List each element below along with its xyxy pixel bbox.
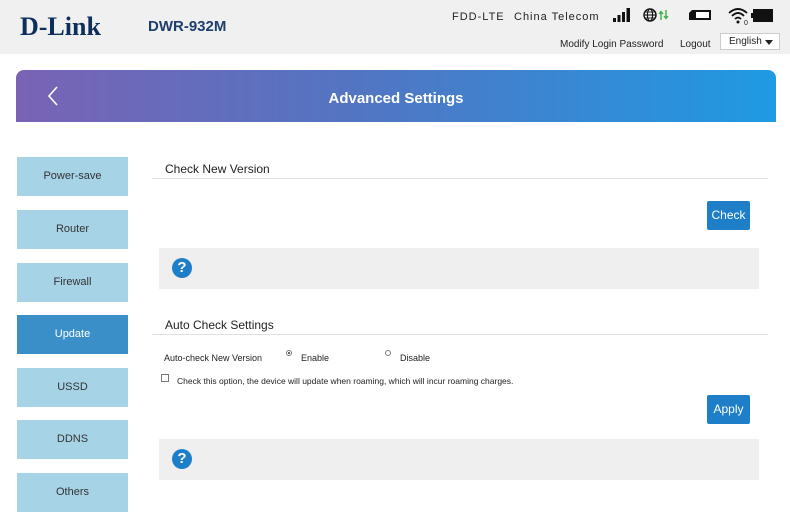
sidebar-item-update[interactable]: Update xyxy=(17,315,128,354)
apply-button[interactable]: Apply xyxy=(707,395,750,424)
check-version-help-panel: ? xyxy=(159,248,759,289)
dlink-logo: D-Link xyxy=(20,12,101,41)
logout-link[interactable]: Logout xyxy=(680,39,711,50)
internet-globe-icon xyxy=(643,8,669,22)
modify-password-link[interactable]: Modify Login Password xyxy=(560,39,663,50)
battery-icon xyxy=(751,9,773,22)
help-icon[interactable]: ? xyxy=(172,449,192,469)
disable-radio-label: Disable xyxy=(400,353,431,363)
signal-strength-icon xyxy=(613,8,630,22)
language-value: English xyxy=(729,36,762,47)
enable-radio-label: Enable xyxy=(301,353,330,363)
enable-radio[interactable] xyxy=(286,350,292,356)
sidebar-item-firewall[interactable]: Firewall xyxy=(17,263,128,302)
roaming-update-checkbox[interactable] xyxy=(161,374,169,382)
sidebar-item-others[interactable]: Others xyxy=(17,473,128,512)
auto-check-title: Auto Check Settings xyxy=(165,318,274,332)
language-select[interactable]: English xyxy=(720,33,780,50)
network-type: FDD-LTE xyxy=(452,11,505,23)
section-divider xyxy=(152,334,768,335)
check-button[interactable]: Check xyxy=(707,201,750,230)
disable-radio[interactable] xyxy=(385,350,391,356)
chevron-down-icon xyxy=(765,40,773,45)
wifi-client-count: 0 xyxy=(744,20,748,27)
sim-card-icon xyxy=(689,10,711,20)
carrier-name: China Telecom xyxy=(514,11,600,23)
page-title: Advanced Settings xyxy=(328,90,464,107)
section-divider xyxy=(152,178,768,179)
auto-check-label: Auto-check New Version xyxy=(164,353,263,363)
sidebar-item-ussd[interactable]: USSD xyxy=(17,368,128,407)
page-header-banner: Advanced Settings xyxy=(16,70,776,122)
help-icon[interactable]: ? xyxy=(172,258,192,278)
device-model: DWR-932M xyxy=(148,18,227,35)
sidebar-item-ddns[interactable]: DDNS xyxy=(17,420,128,459)
roaming-update-label: Check this option, the device will updat… xyxy=(177,376,514,386)
auto-check-help-panel: ? xyxy=(159,439,759,480)
top-bar: D-Link DWR-932M FDD-LTE China Telecom 0 … xyxy=(0,0,790,54)
check-version-title: Check New Version xyxy=(165,162,270,176)
sidebar-item-router[interactable]: Router xyxy=(17,210,128,249)
sidebar-item-power-save[interactable]: Power-save xyxy=(17,157,128,196)
